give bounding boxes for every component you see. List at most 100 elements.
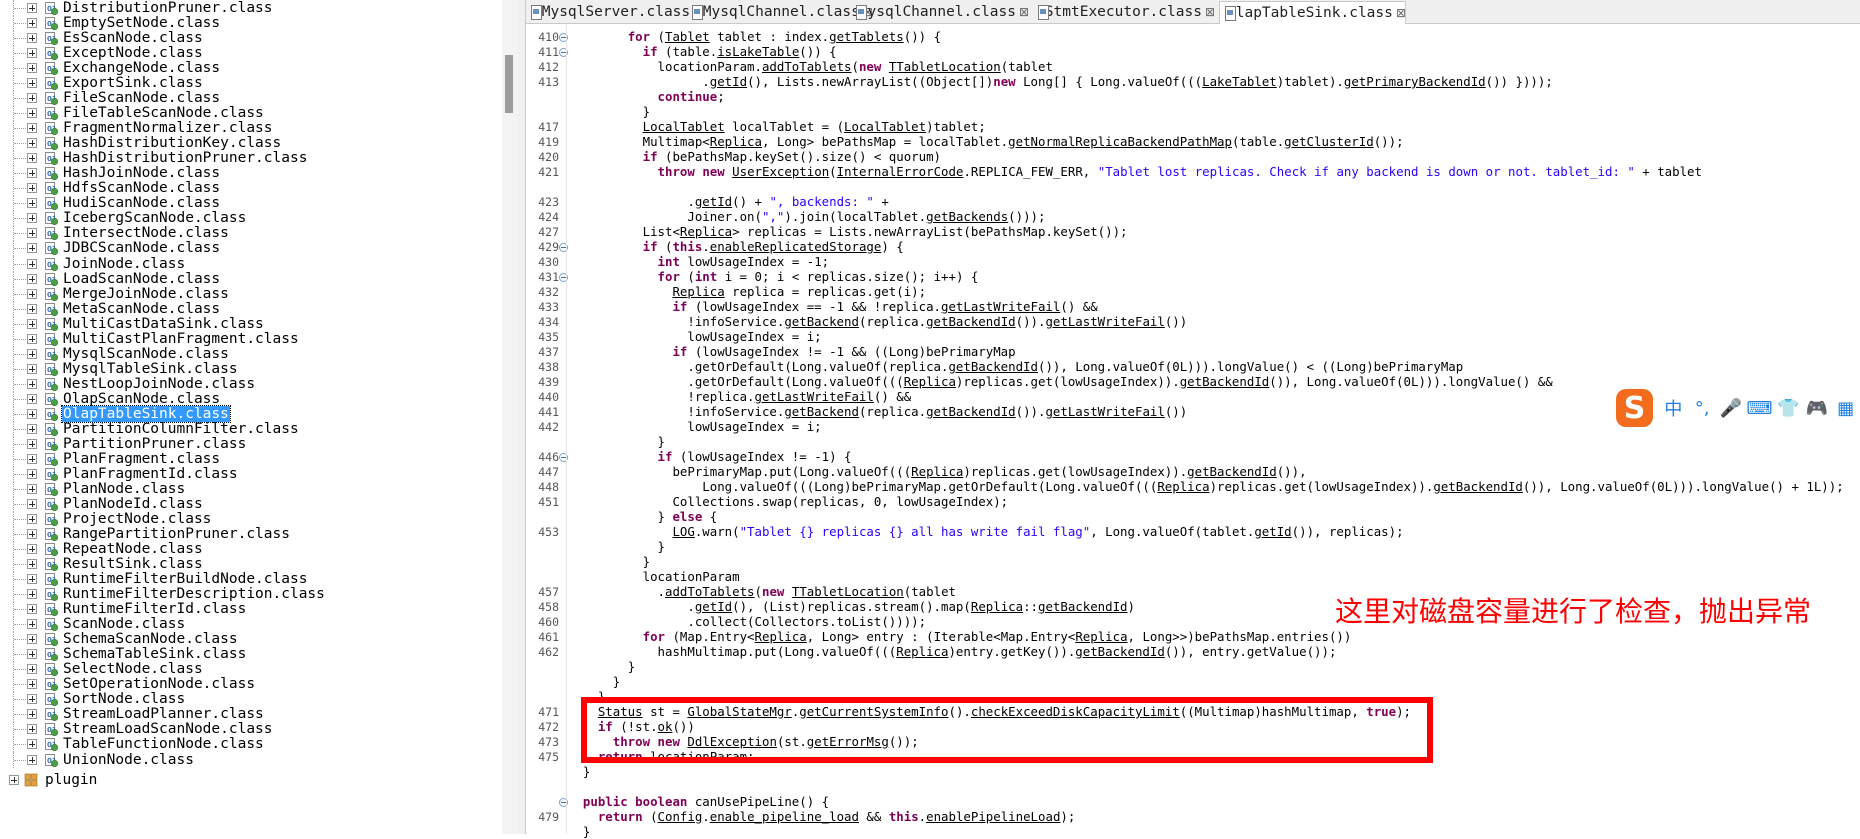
tree-scrollbar-thumb[interactable] <box>505 55 513 113</box>
tree-item[interactable]: 01 SchemaScanNode.class <box>0 631 525 648</box>
tree-item[interactable]: 01 ExchangeNode.class <box>0 60 525 77</box>
tree-item[interactable]: 01 IcebergScanNode.class <box>0 210 525 227</box>
tree-item[interactable]: 01 SetOperationNode.class <box>0 676 525 693</box>
expand-icon[interactable] <box>27 619 37 630</box>
tree-item[interactable]: 01 PlanNode.class <box>0 480 525 497</box>
tree-item[interactable]: 01 PlanFragmentId.class <box>0 465 525 482</box>
tree-item[interactable]: 01 OlapTableSink.class <box>0 404 525 423</box>
expand-icon[interactable] <box>27 589 37 600</box>
tree-item[interactable]: 01 MysqlTableSink.class <box>0 360 525 377</box>
tree-item[interactable]: 01 RuntimeFilterDescription.class <box>0 586 525 603</box>
tree-item[interactable]: 01 StreamLoadScanNode.class <box>0 721 525 738</box>
tree-item[interactable]: 01 LoadScanNode.class <box>0 270 525 287</box>
editor-tab[interactable]: StmtExecutor.class ⊠ <box>1033 1 1215 22</box>
tree-item[interactable]: 01 ExceptNode.class <box>0 45 525 62</box>
editor-tab[interactable]: NMysqlChannel.class ⊠ <box>687 1 873 22</box>
tree-item[interactable]: 01 UnionNode.class <box>0 751 525 768</box>
tree-item[interactable]: 01 FileTableScanNode.class <box>0 105 525 122</box>
expand-icon[interactable] <box>27 123 37 134</box>
expand-icon[interactable] <box>27 483 37 494</box>
expand-icon[interactable] <box>27 183 37 194</box>
ime-chinese-mode[interactable]: 中 <box>1659 395 1688 421</box>
expand-icon[interactable] <box>27 559 37 570</box>
expand-icon[interactable] <box>27 363 37 374</box>
expand-icon[interactable] <box>27 498 37 509</box>
ime-keyboard-icon[interactable]: ⌨ <box>1745 398 1774 419</box>
expand-icon[interactable] <box>27 694 37 705</box>
tree-item[interactable]: 01 FragmentNormalizer.class <box>0 120 525 137</box>
expand-icon[interactable] <box>27 48 37 59</box>
expand-icon[interactable] <box>27 604 37 615</box>
tree-item[interactable]: 01 FileScanNode.class <box>0 90 525 107</box>
sogou-logo-icon[interactable]: S <box>1616 389 1654 427</box>
close-icon[interactable]: ⊠ <box>1396 6 1406 20</box>
ime-punctuation-icon[interactable]: °, <box>1688 398 1717 419</box>
tree-item[interactable]: 01 MetaScanNode.class <box>0 300 525 317</box>
tree-item[interactable]: 01 MysqlScanNode.class <box>0 345 525 362</box>
tree-item[interactable]: 01 MergeJoinNode.class <box>0 285 525 302</box>
tree-item[interactable]: 01 EsScanNode.class <box>0 30 525 47</box>
tree-item[interactable]: 01 HashDistributionKey.class <box>0 135 525 152</box>
editor-tab[interactable]: OlapTableSink.class ⊠ <box>1219 1 1406 24</box>
tree-item[interactable]: 01 RepeatNode.class <box>0 541 525 558</box>
tree-item[interactable]: 01 HashDistributionPruner.class <box>0 150 525 167</box>
tree-item[interactable]: 01 OlapScanNode.class <box>0 390 525 407</box>
expand-icon[interactable] <box>27 739 37 750</box>
ime-toolbar[interactable]: S 中 °, 🎤 ⌨ 👕 🎮 ▦ <box>1616 386 1860 430</box>
expand-icon[interactable] <box>27 168 37 179</box>
expand-icon[interactable] <box>27 709 37 720</box>
expand-icon[interactable] <box>27 288 37 299</box>
expand-icon[interactable] <box>27 634 37 645</box>
tree-item[interactable]: 01 EmptySetNode.class <box>0 15 525 32</box>
close-icon[interactable]: ⊠ <box>1019 5 1029 19</box>
expand-icon[interactable] <box>27 303 37 314</box>
tree-scrollbar[interactable] <box>502 0 519 834</box>
tree-item[interactable]: 01 MultiCastDataSink.class <box>0 315 525 332</box>
tree-item[interactable]: 01 HudiScanNode.class <box>0 195 525 212</box>
close-icon[interactable]: ⊠ <box>1205 5 1215 19</box>
expand-icon[interactable] <box>27 198 37 209</box>
tree-item[interactable]: 01 PartitionPruner.class <box>0 435 525 452</box>
tree-item[interactable]: 01 SortNode.class <box>0 691 525 708</box>
expand-icon[interactable] <box>27 438 37 449</box>
tree-item[interactable]: 01 SelectNode.class <box>0 661 525 678</box>
tree-item[interactable]: 01 PlanNodeId.class <box>0 495 525 512</box>
tree-item[interactable]: 01 SchemaTableSink.class <box>0 646 525 663</box>
tree-item[interactable]: 01 RangePartitionPruner.class <box>0 526 525 543</box>
expand-icon[interactable] <box>27 3 37 13</box>
tree-item[interactable]: 01 StreamLoadPlanner.class <box>0 706 525 723</box>
expand-icon[interactable] <box>27 649 37 660</box>
expand-icon[interactable] <box>27 393 37 404</box>
expand-icon[interactable] <box>27 273 37 284</box>
ime-game-icon[interactable]: 🎮 <box>1803 398 1832 419</box>
expand-icon[interactable] <box>27 138 37 149</box>
tree-item[interactable]: 01 RuntimeFilterBuildNode.class <box>0 571 525 588</box>
tree-item[interactable]: 01 PlanFragment.class <box>0 450 525 467</box>
expand-icon[interactable] <box>27 213 37 224</box>
expand-icon[interactable] <box>27 243 37 254</box>
expand-icon[interactable] <box>27 93 37 104</box>
tree-item[interactable]: 01 ResultSink.class <box>0 556 525 573</box>
tree-item[interactable]: 01 RuntimeFilterId.class <box>0 601 525 618</box>
tree-item[interactable]: 01 ProjectNode.class <box>0 511 525 528</box>
expand-icon[interactable] <box>27 529 37 540</box>
expand-icon[interactable] <box>27 18 37 29</box>
expand-icon[interactable] <box>27 63 37 74</box>
tree-item[interactable]: 01 TableFunctionNode.class <box>0 736 525 753</box>
ime-skin-icon[interactable]: 👕 <box>1774 398 1803 419</box>
tree-item[interactable]: 01 NestLoopJoinNode.class <box>0 375 525 392</box>
expand-icon[interactable] <box>27 754 37 765</box>
expand-icon[interactable] <box>27 664 37 675</box>
tree-item-plugin[interactable]: plugin <box>0 772 525 788</box>
expand-icon[interactable] <box>27 544 37 555</box>
expand-icon[interactable] <box>27 153 37 164</box>
tree-item[interactable]: 01 ExportSink.class <box>0 75 525 92</box>
expand-icon[interactable] <box>27 423 37 434</box>
expand-icon[interactable] <box>27 378 37 389</box>
tree-item[interactable]: 01 IntersectNode.class <box>0 225 525 242</box>
tree-item[interactable]: 01 PartitionColumnFilter.class <box>0 420 525 437</box>
expand-icon[interactable] <box>27 679 37 690</box>
tree-item[interactable]: 01 JoinNode.class <box>0 255 525 272</box>
expand-icon[interactable] <box>27 514 37 525</box>
tree-item[interactable]: 01 ScanNode.class <box>0 616 525 633</box>
